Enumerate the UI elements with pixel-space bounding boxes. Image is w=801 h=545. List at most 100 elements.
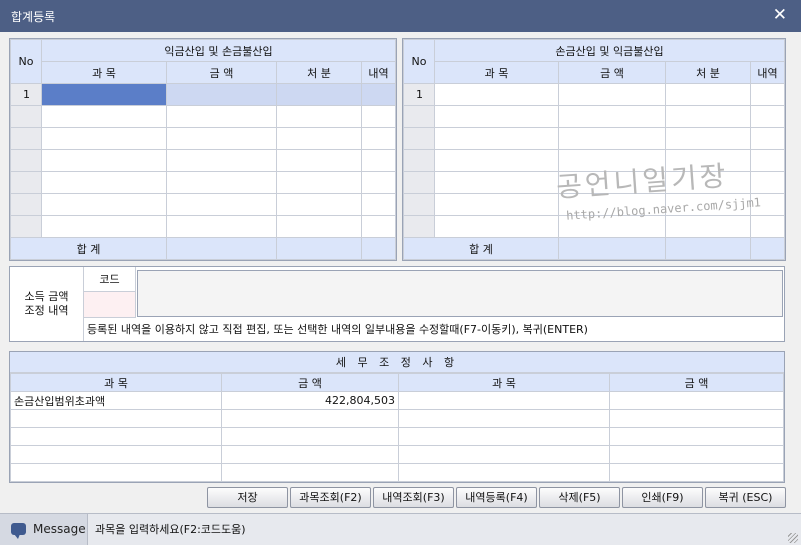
detail-cell[interactable] <box>361 83 396 106</box>
table-row[interactable] <box>10 445 784 464</box>
account-cell[interactable] <box>41 149 167 172</box>
tax-amount-cell[interactable] <box>609 427 784 446</box>
table-row[interactable] <box>10 105 396 128</box>
table-row[interactable] <box>10 127 396 150</box>
amount-cell[interactable] <box>558 105 666 128</box>
account-cell[interactable] <box>41 83 167 106</box>
tax-amount-cell[interactable] <box>221 409 399 428</box>
detail-cell[interactable] <box>750 105 785 128</box>
right-total-amount <box>558 237 666 260</box>
table-row[interactable] <box>10 427 784 446</box>
tax-amount-cell[interactable] <box>609 391 784 410</box>
disposal-cell[interactable] <box>276 105 362 128</box>
tax-account-cell[interactable] <box>398 445 610 464</box>
table-row[interactable] <box>10 171 396 194</box>
amount-cell[interactable] <box>166 105 277 128</box>
table-row[interactable]: 1 <box>10 83 396 106</box>
account-cell[interactable] <box>434 149 559 172</box>
chat-bubble-icon <box>11 523 26 539</box>
tax-amount-cell[interactable] <box>221 445 399 464</box>
detail-cell[interactable] <box>750 215 785 238</box>
restore-button[interactable]: 복귀 (ESC) <box>705 487 786 508</box>
detail-cell[interactable] <box>750 149 785 172</box>
table-row[interactable]: 손금산입범위초과액 422,804,503 <box>10 391 784 410</box>
disposal-cell[interactable] <box>665 215 751 238</box>
detail-cell[interactable] <box>750 171 785 194</box>
delete-button[interactable]: 삭제(F5) <box>539 487 620 508</box>
tax-account-cell[interactable] <box>398 391 610 410</box>
print-button[interactable]: 인쇄(F9) <box>622 487 703 508</box>
detail-cell[interactable] <box>361 171 396 194</box>
amount-cell[interactable] <box>166 171 277 194</box>
left-total-detail <box>361 237 396 260</box>
tax-amount-cell[interactable] <box>609 409 784 428</box>
account-cell[interactable] <box>41 193 167 216</box>
right-col-detail: 내역 <box>750 61 785 84</box>
account-lookup-button[interactable]: 과목조회(F2) <box>290 487 371 508</box>
detail-cell[interactable] <box>750 83 785 106</box>
account-cell[interactable] <box>434 171 559 194</box>
account-cell[interactable] <box>434 127 559 150</box>
disposal-cell[interactable] <box>276 83 362 106</box>
detail-cell[interactable] <box>361 127 396 150</box>
disposal-cell[interactable] <box>665 105 751 128</box>
detail-cell[interactable] <box>361 193 396 216</box>
tax-amount-cell[interactable]: 422,804,503 <box>221 391 399 410</box>
detail-cell[interactable] <box>361 105 396 128</box>
account-cell[interactable] <box>41 127 167 150</box>
account-cell[interactable] <box>41 215 167 238</box>
table-row[interactable] <box>10 463 784 482</box>
amount-cell[interactable] <box>166 127 277 150</box>
detail-register-button[interactable]: 내역등록(F4) <box>456 487 537 508</box>
disposal-cell[interactable] <box>276 127 362 150</box>
disposal-cell[interactable] <box>276 193 362 216</box>
save-button[interactable]: 저장 <box>207 487 288 508</box>
tax-account-cell[interactable] <box>10 445 222 464</box>
tax-amount-cell[interactable] <box>221 463 399 482</box>
table-row[interactable] <box>10 409 784 428</box>
table-row[interactable] <box>10 193 396 216</box>
tax-account-cell[interactable] <box>398 427 610 446</box>
adjustment-description-field[interactable] <box>137 270 783 317</box>
disposal-cell[interactable] <box>276 149 362 172</box>
left-col-disposal: 처 분 <box>276 61 362 84</box>
amount-cell[interactable] <box>166 215 277 238</box>
disposal-cell[interactable] <box>665 83 751 106</box>
disposal-cell[interactable] <box>276 171 362 194</box>
account-cell[interactable] <box>434 193 559 216</box>
amount-cell[interactable] <box>558 127 666 150</box>
amount-cell[interactable] <box>166 193 277 216</box>
detail-lookup-button[interactable]: 내역조회(F3) <box>373 487 454 508</box>
close-icon[interactable]: ✕ <box>773 5 787 25</box>
table-row[interactable] <box>10 215 396 238</box>
amount-cell[interactable] <box>166 83 277 106</box>
tax-amount-cell[interactable] <box>609 463 784 482</box>
account-cell[interactable] <box>41 171 167 194</box>
detail-cell[interactable] <box>361 215 396 238</box>
account-cell[interactable] <box>41 105 167 128</box>
amount-cell[interactable] <box>558 83 666 106</box>
disposal-cell[interactable] <box>665 127 751 150</box>
row-number: 1 <box>403 83 435 106</box>
tax-amount-cell[interactable] <box>221 427 399 446</box>
tax-account-cell[interactable] <box>398 409 610 428</box>
tax-account-cell[interactable] <box>10 463 222 482</box>
amount-cell[interactable] <box>166 149 277 172</box>
tax-amount-cell[interactable] <box>609 445 784 464</box>
tax-account-cell[interactable] <box>10 427 222 446</box>
table-row[interactable] <box>403 105 785 128</box>
account-cell[interactable] <box>434 215 559 238</box>
detail-cell[interactable] <box>750 127 785 150</box>
table-row[interactable] <box>10 149 396 172</box>
tax-account-cell[interactable] <box>10 409 222 428</box>
table-row[interactable] <box>403 127 785 150</box>
table-row[interactable]: 1 <box>403 83 785 106</box>
resize-grip-icon[interactable] <box>788 533 798 543</box>
tax-account-cell[interactable] <box>398 463 610 482</box>
disposal-cell[interactable] <box>276 215 362 238</box>
detail-cell[interactable] <box>361 149 396 172</box>
tax-account-cell[interactable]: 손금산입범위초과액 <box>10 391 222 410</box>
account-cell[interactable] <box>434 105 559 128</box>
code-field[interactable] <box>84 292 136 318</box>
account-cell[interactable] <box>434 83 559 106</box>
